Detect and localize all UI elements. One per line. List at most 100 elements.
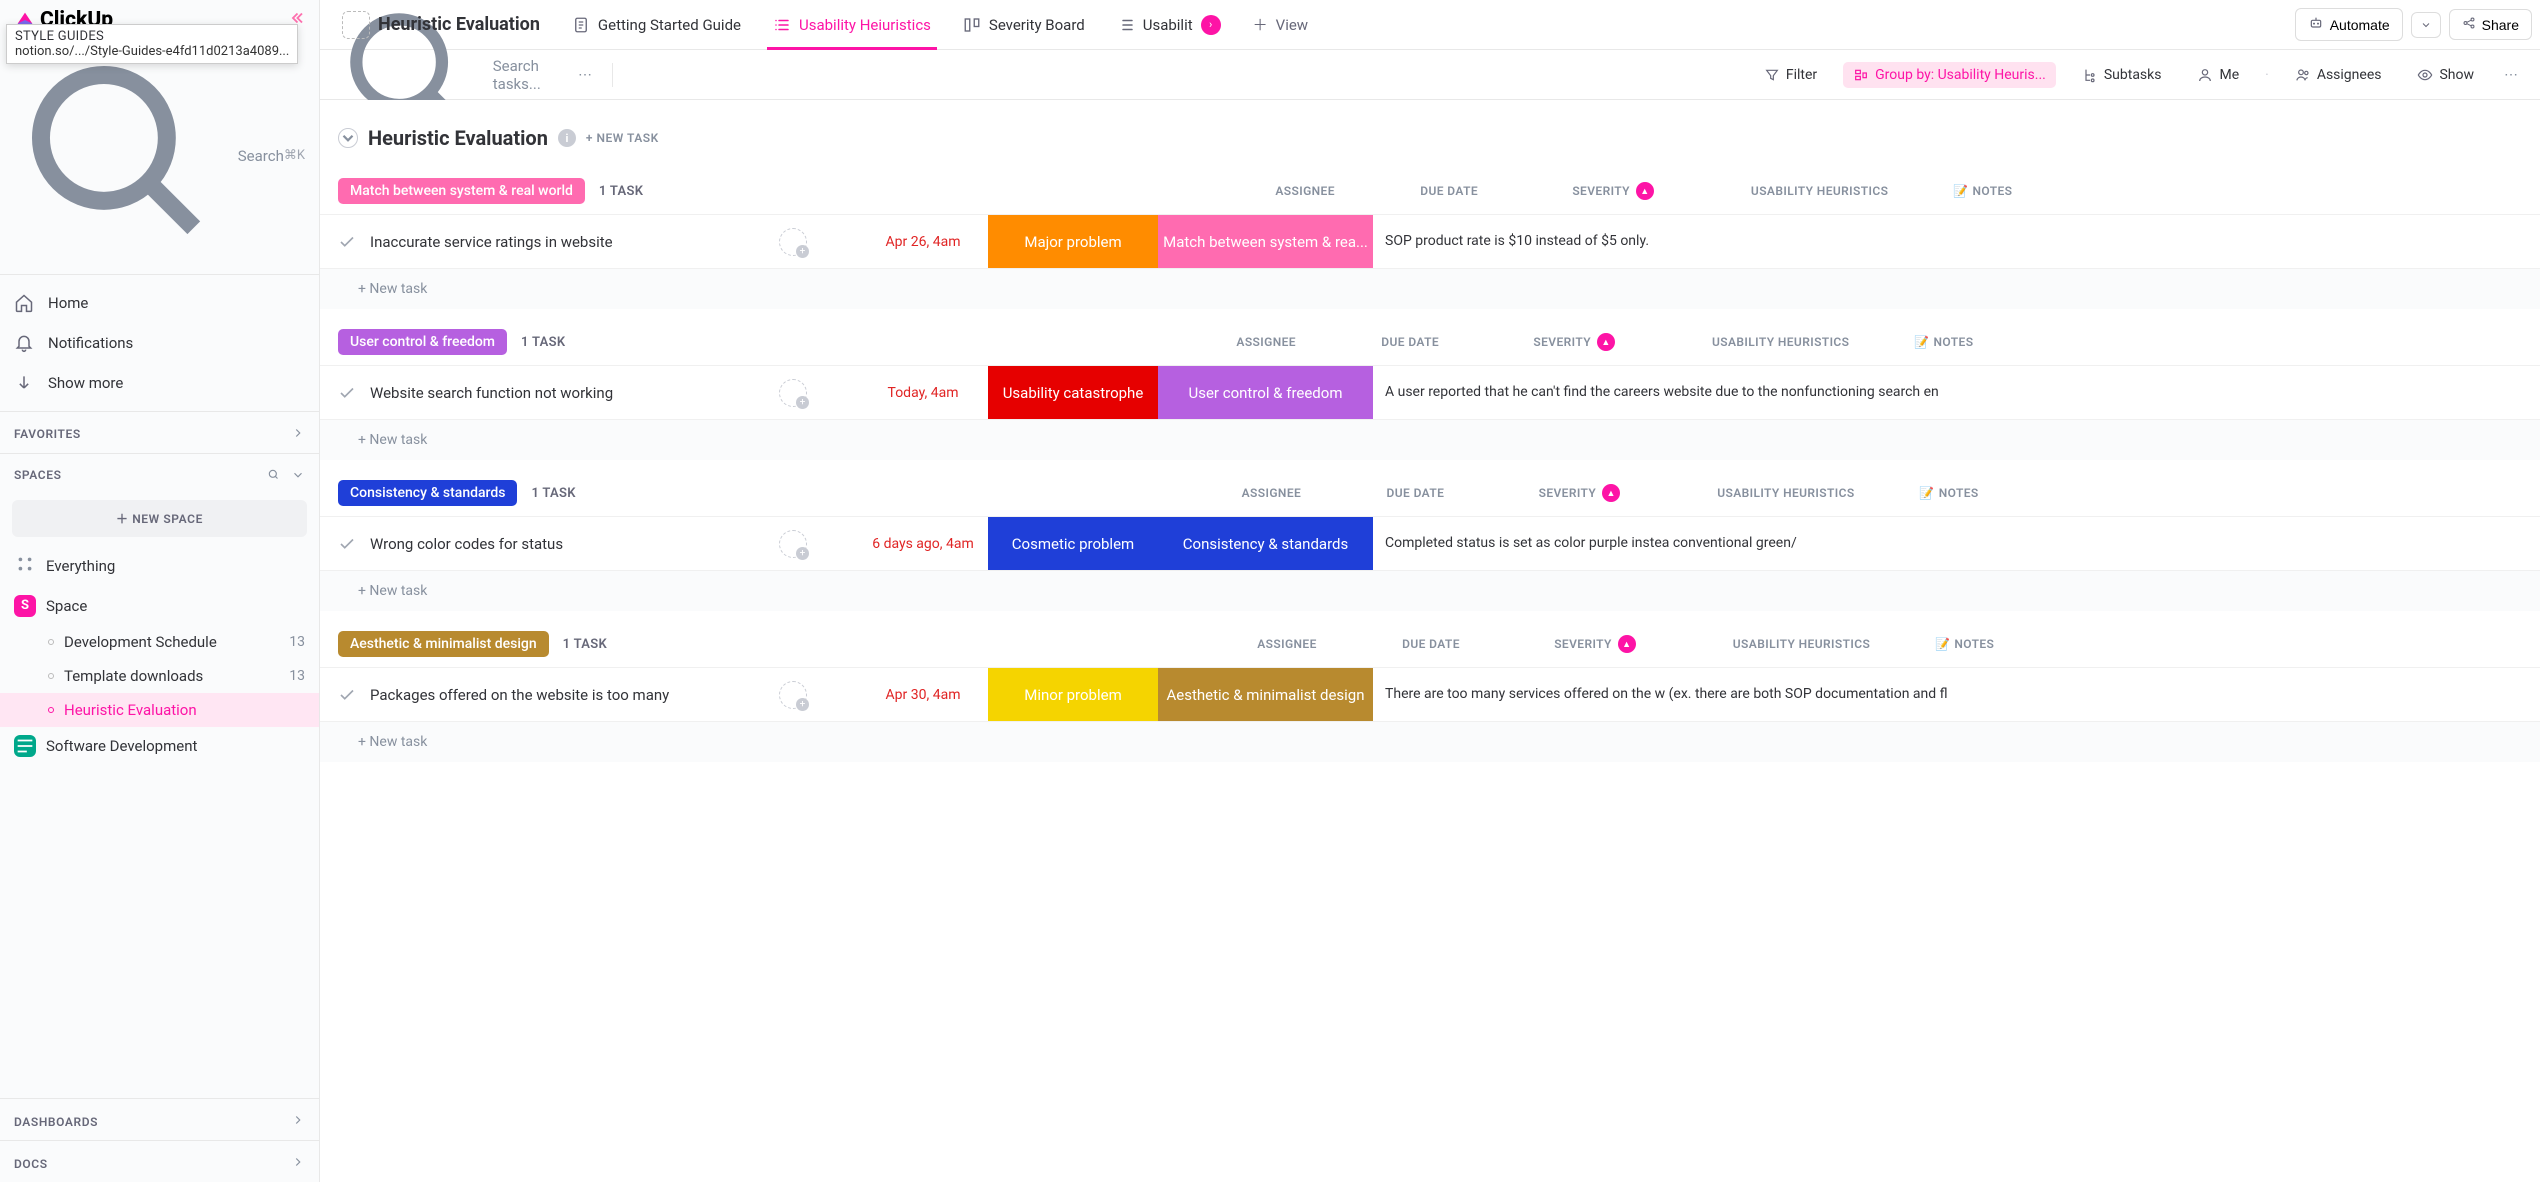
check-icon[interactable] xyxy=(338,535,356,553)
col-heuristics[interactable]: USABILITY HEURISTICS xyxy=(1694,637,1909,651)
toolbar-overflow-icon[interactable]: ⋯ xyxy=(2500,63,2522,87)
col-due[interactable]: DUE DATE xyxy=(1384,184,1514,198)
task-row[interactable]: Inaccurate service ratings in website Ap… xyxy=(320,214,2540,268)
col-assignee[interactable]: ASSIGNEE xyxy=(1201,335,1331,349)
toolbar-more-icon[interactable]: ⋯ xyxy=(574,63,596,87)
due-date-cell[interactable]: Apr 30, 4am xyxy=(858,668,988,721)
collapse-all-icon[interactable] xyxy=(338,128,358,148)
nav-home[interactable]: Home xyxy=(0,283,319,323)
search-small-icon[interactable] xyxy=(267,468,281,482)
col-heuristics[interactable]: USABILITY HEURISTICS xyxy=(1673,335,1888,349)
nav-show-more[interactable]: Show more xyxy=(0,363,319,403)
tree-space[interactable]: S Space xyxy=(0,587,319,625)
tree-template-downloads[interactable]: Template downloads 13 xyxy=(0,659,319,693)
tab-severity-board[interactable]: Severity Board xyxy=(949,0,1099,49)
new-task-button[interactable]: + NEW TASK xyxy=(586,131,659,145)
group-header: Consistency & standards 1 TASK ASSIGNEE … xyxy=(320,470,2540,516)
filter-button[interactable]: Filter xyxy=(1754,62,1827,88)
tree-everything[interactable]: Everything xyxy=(0,545,319,587)
sidebar-search[interactable]: Search ⌘K xyxy=(0,40,319,275)
new-task-row[interactable]: + New task xyxy=(320,570,2540,611)
arrow-down-icon xyxy=(14,373,34,393)
notes-cell[interactable]: Completed status is set as color purple … xyxy=(1373,517,2540,570)
heuristic-cell[interactable]: Aesthetic & minimalist design xyxy=(1158,668,1373,721)
docs-heading[interactable]: DOCS xyxy=(0,1141,319,1182)
due-date-cell[interactable]: 6 days ago, 4am xyxy=(858,517,988,570)
assignee-cell[interactable] xyxy=(728,215,858,268)
assignee-cell[interactable] xyxy=(728,668,858,721)
col-notes[interactable]: 📝NOTES xyxy=(1923,637,2522,651)
severity-cell[interactable]: Major problem xyxy=(988,215,1158,268)
heuristic-cell[interactable]: User control & freedom xyxy=(1158,366,1373,419)
group-by-button[interactable]: Group by: Usability Heuris... xyxy=(1843,62,2056,88)
chevron-right-icon xyxy=(291,1113,305,1130)
heuristic-cell[interactable]: Consistency & standards xyxy=(1158,517,1373,570)
group-pill[interactable]: Match between system & real world xyxy=(338,178,585,204)
check-icon[interactable] xyxy=(338,233,356,251)
assignee-cell[interactable] xyxy=(728,366,858,419)
automate-button[interactable]: Automate xyxy=(2295,8,2403,41)
group-pill[interactable]: Aesthetic & minimalist design xyxy=(338,631,549,657)
new-task-row[interactable]: + New task xyxy=(320,419,2540,460)
task-row[interactable]: Wrong color codes for status 6 days ago,… xyxy=(320,516,2540,570)
col-heuristics[interactable]: USABILITY HEURISTICS xyxy=(1712,184,1927,198)
col-severity[interactable]: SEVERITY▲ xyxy=(1494,484,1664,502)
severity-cell[interactable]: Usability catastrophe xyxy=(988,366,1158,419)
board-icon xyxy=(963,16,981,34)
task-row[interactable]: Packages offered on the website is too m… xyxy=(320,667,2540,721)
check-icon[interactable] xyxy=(338,384,356,402)
col-assignee[interactable]: ASSIGNEE xyxy=(1222,637,1352,651)
add-view-button[interactable]: ＋View xyxy=(1239,0,1322,49)
severity-cell[interactable]: Cosmetic problem xyxy=(988,517,1158,570)
automate-dropdown[interactable] xyxy=(2411,12,2441,38)
new-task-row[interactable]: + New task xyxy=(320,721,2540,762)
group-pill[interactable]: Consistency & standards xyxy=(338,480,517,506)
col-heuristics[interactable]: USABILITY HEURISTICS xyxy=(1678,486,1893,500)
tree-software-dev[interactable]: Software Development xyxy=(0,727,319,765)
group-header: Aesthetic & minimalist design 1 TASK ASS… xyxy=(320,621,2540,667)
col-notes[interactable]: 📝NOTES xyxy=(1941,184,2522,198)
page-title-tab[interactable]: Heuristic Evaluation xyxy=(328,0,554,49)
nav-notifications[interactable]: Notifications xyxy=(0,323,319,363)
subtasks-button[interactable]: Subtasks xyxy=(2072,62,2172,88)
chevron-down-icon[interactable] xyxy=(291,468,305,482)
col-due[interactable]: DUE DATE xyxy=(1350,486,1480,500)
tab-usability-truncated[interactable]: Usabilit › xyxy=(1103,0,1235,49)
spaces-heading[interactable]: SPACES xyxy=(0,454,319,492)
tree-heuristic-evaluation[interactable]: Heuristic Evaluation xyxy=(0,693,319,727)
dashboards-heading[interactable]: DASHBOARDS xyxy=(0,1099,319,1140)
heuristic-cell[interactable]: Match between system & rea... xyxy=(1158,215,1373,268)
group-pill[interactable]: User control & freedom xyxy=(338,329,507,355)
show-button[interactable]: Show xyxy=(2407,62,2484,88)
tab-usability-heuristics[interactable]: Usability Heiuristics xyxy=(759,0,945,49)
favorites-heading[interactable]: FAVORITES xyxy=(0,412,319,453)
tree-dev-schedule[interactable]: Development Schedule 13 xyxy=(0,625,319,659)
group-icon xyxy=(1853,67,1869,83)
col-assignee[interactable]: ASSIGNEE xyxy=(1240,184,1370,198)
share-button[interactable]: Share xyxy=(2449,9,2532,40)
tabs-next-icon[interactable]: › xyxy=(1201,15,1221,35)
tab-getting-started[interactable]: Getting Started Guide xyxy=(558,0,755,49)
severity-cell[interactable]: Minor problem xyxy=(988,668,1158,721)
assignee-cell[interactable] xyxy=(728,517,858,570)
col-notes[interactable]: 📝NOTES xyxy=(1902,335,2522,349)
notes-cell[interactable]: There are too many services offered on t… xyxy=(1373,668,2540,721)
col-severity[interactable]: SEVERITY▲ xyxy=(1489,333,1659,351)
new-task-row[interactable]: + New task xyxy=(320,268,2540,309)
col-due[interactable]: DUE DATE xyxy=(1345,335,1475,349)
col-assignee[interactable]: ASSIGNEE xyxy=(1206,486,1336,500)
col-notes[interactable]: 📝NOTES xyxy=(1907,486,2522,500)
new-space-button[interactable]: ＋ NEW SPACE xyxy=(12,500,307,537)
info-icon[interactable]: i xyxy=(558,129,576,147)
notes-cell[interactable]: SOP product rate is $10 instead of $5 on… xyxy=(1373,215,2540,268)
col-severity[interactable]: SEVERITY▲ xyxy=(1510,635,1680,653)
task-row[interactable]: Website search function not working Toda… xyxy=(320,365,2540,419)
assignees-button[interactable]: Assignees xyxy=(2285,62,2392,88)
col-due[interactable]: DUE DATE xyxy=(1366,637,1496,651)
check-icon[interactable] xyxy=(338,686,356,704)
due-date-cell[interactable]: Today, 4am xyxy=(858,366,988,419)
due-date-cell[interactable]: Apr 26, 4am xyxy=(858,215,988,268)
me-button[interactable]: Me xyxy=(2187,62,2249,88)
col-severity[interactable]: SEVERITY▲ xyxy=(1528,182,1698,200)
notes-cell[interactable]: A user reported that he can't find the c… xyxy=(1373,366,2540,419)
